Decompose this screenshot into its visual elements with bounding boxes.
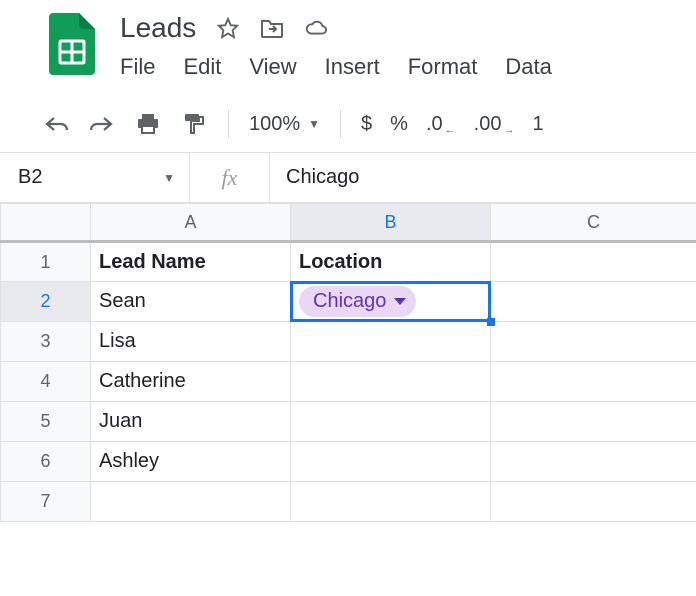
left-arrow-icon: ← xyxy=(445,124,456,136)
zoom-dropdown[interactable]: 100% ▼ xyxy=(249,113,320,136)
redo-button[interactable] xyxy=(88,110,116,138)
format-as-percent-button[interactable]: % xyxy=(390,113,408,136)
cell-b4[interactable] xyxy=(291,362,491,402)
menu-view[interactable]: View xyxy=(249,54,296,80)
cell-c7[interactable] xyxy=(491,482,696,522)
chevron-down-icon: ▼ xyxy=(308,117,320,131)
cell-a2[interactable]: Sean xyxy=(91,282,291,322)
cell-b6[interactable] xyxy=(291,442,491,482)
menu-format[interactable]: Format xyxy=(408,54,478,80)
move-to-folder-icon[interactable] xyxy=(260,16,284,40)
toolbar: 100% ▼ $ % .0← .00→ 1 xyxy=(0,96,696,152)
toolbar-separator xyxy=(228,110,229,138)
menubar: File Edit View Insert Format Data xyxy=(120,54,552,80)
name-box[interactable]: B2 ▼ xyxy=(0,153,190,202)
cell-a1[interactable]: Lead Name xyxy=(91,242,291,282)
column-header-a[interactable]: A xyxy=(91,204,291,242)
sheets-logo[interactable] xyxy=(48,12,96,76)
formula-bar: B2 ▼ fx Chicago xyxy=(0,153,696,203)
row-header-6[interactable]: 6 xyxy=(1,442,91,482)
cell-b5[interactable] xyxy=(291,402,491,442)
increase-decimal-button[interactable]: .00→ xyxy=(474,113,515,136)
row-header-4[interactable]: 4 xyxy=(1,362,91,402)
row-header-5[interactable]: 5 xyxy=(1,402,91,442)
cell-a3[interactable]: Lisa xyxy=(91,322,291,362)
cell-b1[interactable]: Location xyxy=(291,242,491,282)
spreadsheet-grid[interactable]: A B C 1 Lead Name Location 2 Sean Chicag… xyxy=(0,203,696,522)
menu-file[interactable]: File xyxy=(120,54,155,80)
cell-b7[interactable] xyxy=(291,482,491,522)
cloud-status-icon[interactable] xyxy=(304,16,328,40)
undo-button[interactable] xyxy=(42,110,70,138)
formula-input[interactable]: Chicago xyxy=(270,166,696,189)
cell-c6[interactable] xyxy=(491,442,696,482)
decrease-decimal-button[interactable]: .0← xyxy=(426,113,456,136)
menu-data[interactable]: Data xyxy=(505,54,551,80)
cell-c1[interactable] xyxy=(491,242,696,282)
title-row: Leads xyxy=(120,12,552,44)
dropdown-chip[interactable]: Chicago xyxy=(299,286,416,317)
cell-a7[interactable] xyxy=(91,482,291,522)
cell-a6[interactable]: Ashley xyxy=(91,442,291,482)
column-header-c[interactable]: C xyxy=(491,204,696,242)
menu-insert[interactable]: Insert xyxy=(325,54,380,80)
titlebar: Leads File Edit View Insert Format Data xyxy=(0,0,696,80)
fx-icon: fx xyxy=(190,153,270,202)
fill-handle[interactable] xyxy=(487,318,495,326)
cell-c5[interactable] xyxy=(491,402,696,442)
doc-title[interactable]: Leads xyxy=(120,12,196,44)
toolbar-separator xyxy=(340,110,341,138)
star-icon[interactable] xyxy=(216,16,240,40)
select-all-corner[interactable] xyxy=(1,204,91,242)
row-header-1[interactable]: 1 xyxy=(1,242,91,282)
cell-c3[interactable] xyxy=(491,322,696,362)
more-formats-button[interactable]: 1 xyxy=(532,113,543,136)
cell-a4[interactable]: Catherine xyxy=(91,362,291,402)
cell-c4[interactable] xyxy=(491,362,696,402)
row-header-2[interactable]: 2 xyxy=(1,282,91,322)
chevron-down-icon xyxy=(394,298,406,305)
print-button[interactable] xyxy=(134,110,162,138)
chip-label: Chicago xyxy=(313,290,386,313)
cell-a5[interactable]: Juan xyxy=(91,402,291,442)
cell-b3[interactable] xyxy=(291,322,491,362)
row-header-3[interactable]: 3 xyxy=(1,322,91,362)
paint-format-button[interactable] xyxy=(180,110,208,138)
zoom-value: 100% xyxy=(249,113,300,136)
chevron-down-icon: ▼ xyxy=(163,171,175,185)
active-cell-ref: B2 xyxy=(18,166,42,189)
row-header-7[interactable]: 7 xyxy=(1,482,91,522)
menu-edit[interactable]: Edit xyxy=(183,54,221,80)
column-header-b[interactable]: B xyxy=(291,204,491,242)
format-as-currency-button[interactable]: $ xyxy=(361,113,372,136)
cell-c2[interactable] xyxy=(491,282,696,322)
right-arrow-icon: → xyxy=(503,124,514,136)
cell-b2[interactable]: Chicago xyxy=(291,282,491,322)
